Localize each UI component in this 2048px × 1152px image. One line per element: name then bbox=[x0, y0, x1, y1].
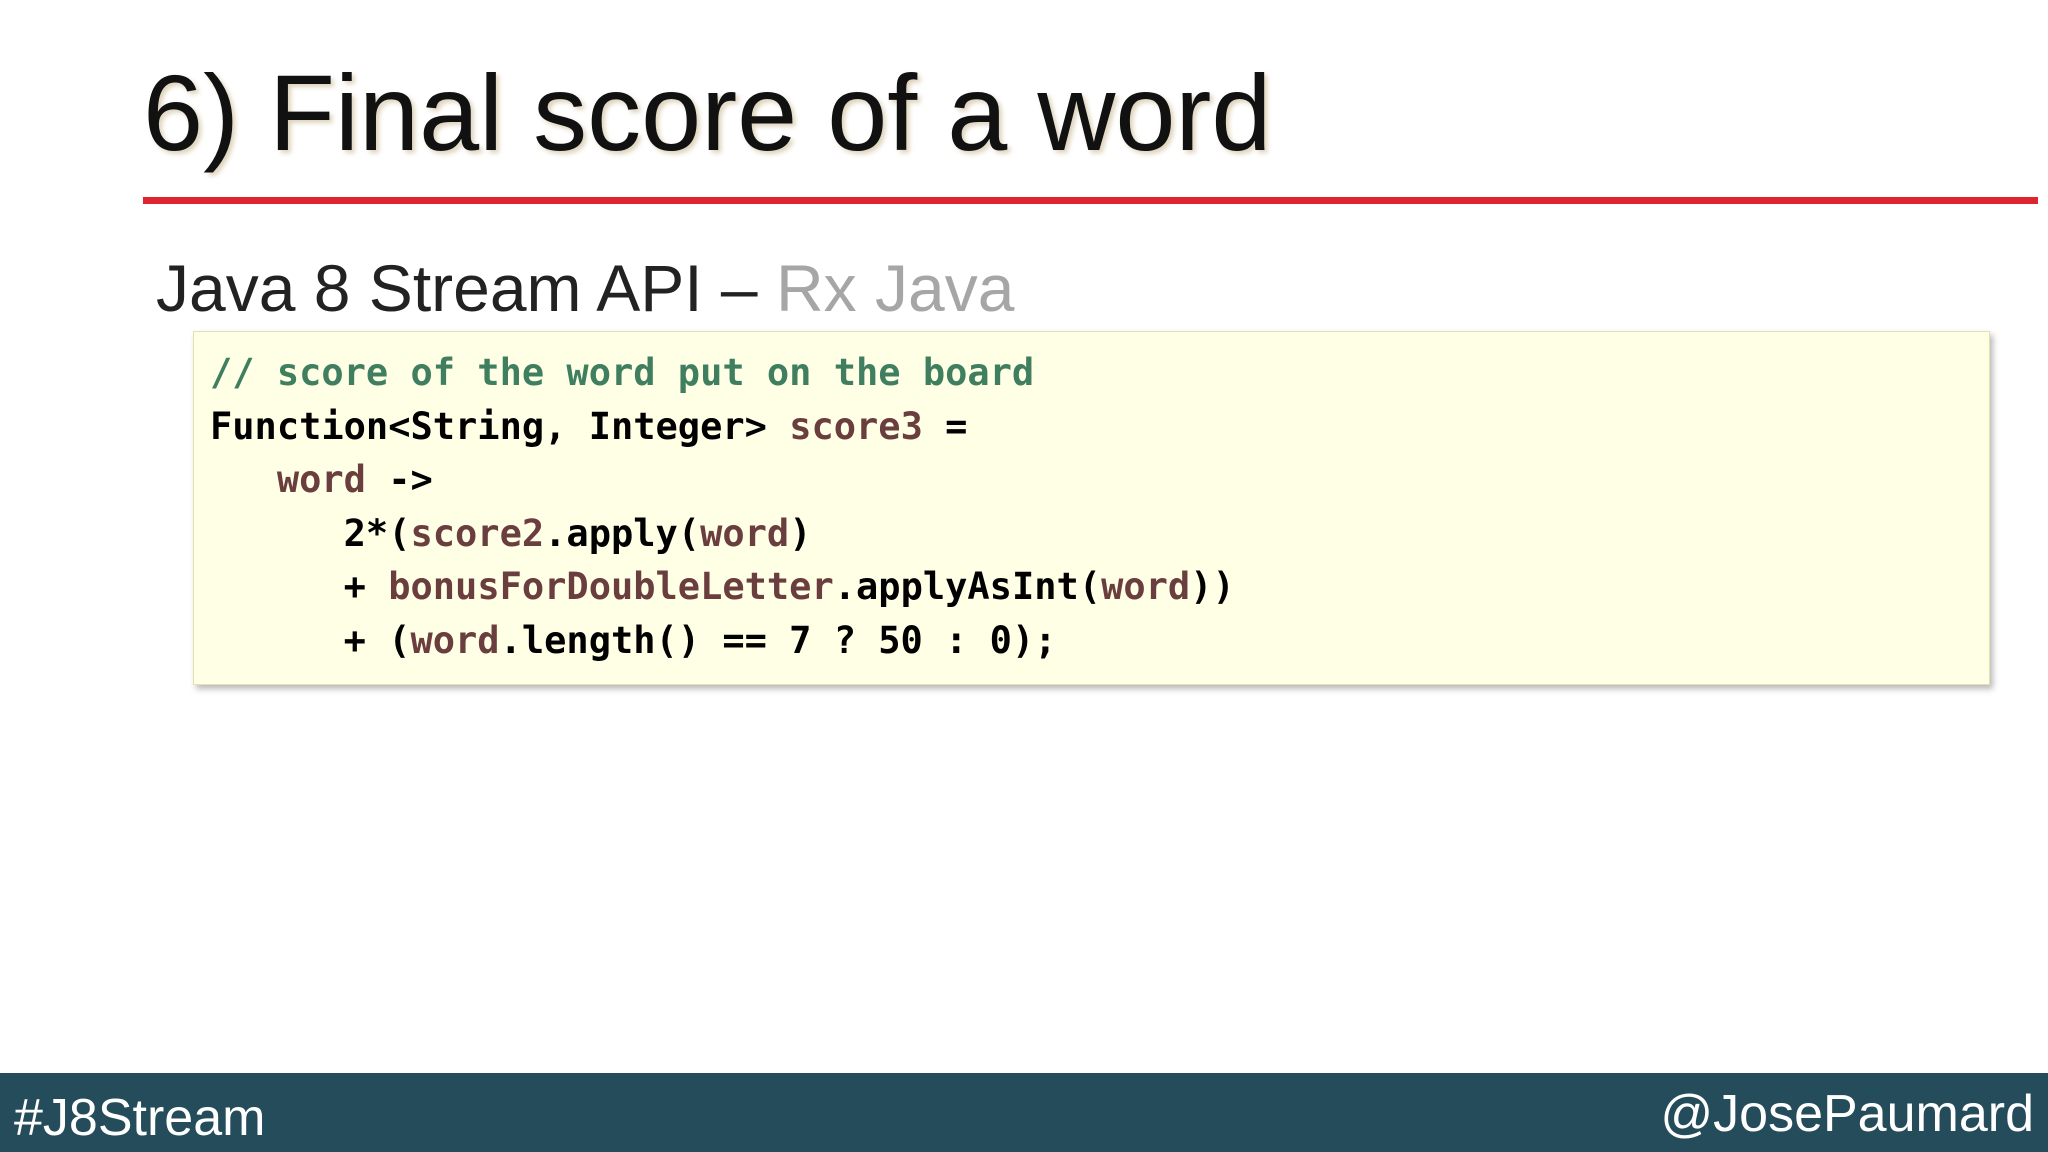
code-token: 2*( bbox=[343, 511, 411, 555]
slide: 6) Final score of a word Java 8 Stream A… bbox=[0, 0, 2048, 1152]
code-variable: bonusForDoubleLetter bbox=[388, 565, 834, 609]
code-variable: word bbox=[276, 458, 366, 502]
slide-title: 6) Final score of a word bbox=[143, 52, 1272, 173]
code-line-3: word -> bbox=[210, 453, 1235, 507]
code-token: )) bbox=[1190, 565, 1235, 609]
code-token: Function<String, Integer> bbox=[210, 404, 790, 448]
subtitle-main: Java 8 Stream API – bbox=[156, 251, 776, 325]
code-block: // score of the word put on the board Fun… bbox=[193, 331, 1990, 685]
code-comment: // score of the word put on the board bbox=[210, 351, 1035, 394]
code-token: ) bbox=[789, 511, 812, 555]
code-token: + ( bbox=[343, 618, 411, 662]
footer-bar: #J8Stream @JosePaumard bbox=[0, 1073, 2048, 1152]
code-token: = bbox=[922, 404, 968, 448]
slide-subtitle: Java 8 Stream API – Rx Java bbox=[156, 248, 1014, 328]
code-line-2: Function<String, Integer> score3 = bbox=[210, 400, 1235, 454]
code-variable: word bbox=[1101, 565, 1191, 609]
code-line-1: // score of the word put on the board bbox=[210, 346, 1235, 400]
code-line-5: + bonusForDoubleLetter.applyAsInt(word)) bbox=[210, 560, 1235, 614]
code-token: .length() == 7 ? 50 : 0); bbox=[499, 618, 1057, 662]
code-variable: word bbox=[700, 511, 790, 555]
code-token: + bbox=[343, 565, 389, 609]
code-token: .apply( bbox=[544, 511, 701, 555]
footer-author-handle: @JosePaumard bbox=[1660, 1085, 2034, 1143]
title-divider bbox=[143, 197, 2038, 204]
subtitle-muted: Rx Java bbox=[775, 251, 1015, 325]
code-token: .applyAsInt( bbox=[833, 565, 1102, 609]
code-line-4: 2*(score2.apply(word) bbox=[210, 507, 1235, 561]
code-listing: // score of the word put on the board Fun… bbox=[210, 346, 1235, 668]
code-line-6: + (word.length() == 7 ? 50 : 0); bbox=[210, 614, 1235, 668]
code-variable: word bbox=[410, 618, 500, 662]
code-variable: score3 bbox=[789, 404, 923, 448]
code-variable: score2 bbox=[410, 511, 545, 555]
code-token: -> bbox=[365, 458, 433, 502]
footer-hashtag: #J8Stream bbox=[14, 1089, 266, 1147]
